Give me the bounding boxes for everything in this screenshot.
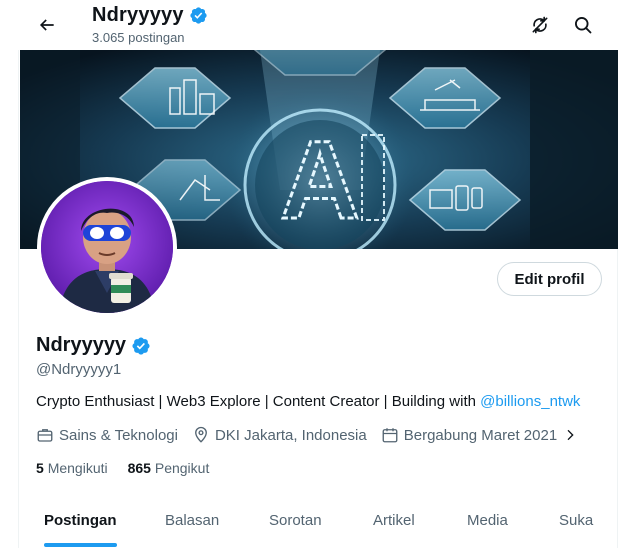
meta-category: Sains & Teknologi [36, 426, 178, 444]
location-label: DKI Jakarta, Indonesia [214, 426, 367, 444]
meta-location: DKI Jakarta, Indonesia [192, 426, 367, 444]
profile-bio: Crypto Enthusiast | Web3 Explore | Conte… [36, 393, 580, 410]
banner-letter: A [280, 119, 359, 242]
followers-count: 865 [127, 460, 151, 476]
header-name: Ndryyyyy [92, 4, 184, 26]
briefcase-icon [37, 429, 53, 442]
profile-handle: @Ndryyyyy1 [36, 361, 122, 378]
back-button[interactable] [30, 8, 64, 42]
followers-label: Pengikut [154, 460, 210, 476]
avatar-image [41, 181, 173, 313]
joined-label: Bergabung Maret 2021 [403, 426, 558, 444]
category-label: Sains & Teknologi [59, 426, 178, 444]
tab-highlights[interactable]: Sorotan [269, 512, 322, 529]
avatar[interactable] [37, 177, 177, 317]
bio-text: Crypto Enthusiast | Web3 Explore | Conte… [36, 393, 481, 410]
tab-posts[interactable]: Postingan [44, 512, 117, 529]
header-title: Ndryyyyy [92, 4, 208, 27]
tab-media[interactable]: Media [467, 512, 508, 529]
chevron-right-icon[interactable] [562, 427, 578, 443]
search-button[interactable] [566, 8, 600, 42]
profile-header: Ndryyyyy 3.065 postingan [0, 0, 622, 50]
follow-stats: 5 Mengikuti 865 Pengikut [36, 460, 209, 476]
refresh-button[interactable] [523, 8, 557, 42]
tab-replies[interactable]: Balasan [165, 512, 219, 529]
arrow-left-icon [39, 19, 54, 31]
tab-likes[interactable]: Suka [559, 512, 593, 529]
following-label: Mengikuti [47, 460, 108, 476]
display-name: Ndryyyyy [36, 334, 127, 356]
following-link[interactable]: 5 Mengikuti [36, 460, 108, 476]
tab-articles[interactable]: Artikel [373, 512, 415, 529]
search-icon [575, 17, 592, 34]
location-pin-icon [195, 426, 207, 443]
followers-link[interactable]: 865 Pengikut [128, 460, 210, 476]
edit-profile-button[interactable]: Edit profil [497, 262, 602, 296]
verified-badge-icon[interactable] [131, 336, 151, 356]
meta-joined: Bergabung Maret 2021 [381, 426, 578, 444]
post-count: 3.065 postingan [92, 30, 185, 45]
active-tab-indicator [44, 543, 117, 547]
refresh-off-icon [532, 16, 548, 34]
profile-name: Ndryyyyy [36, 334, 151, 357]
calendar-icon [382, 428, 398, 443]
profile-tabs: Postingan Balasan Sorotan Artikel Media … [20, 500, 618, 548]
profile-meta: Sains & Teknologi DKI Jakarta, Indonesia… [36, 426, 578, 444]
bio-mention-link[interactable]: @billions_ntwk [480, 393, 580, 410]
verified-badge-icon [190, 7, 207, 24]
following-count: 5 [36, 460, 44, 476]
